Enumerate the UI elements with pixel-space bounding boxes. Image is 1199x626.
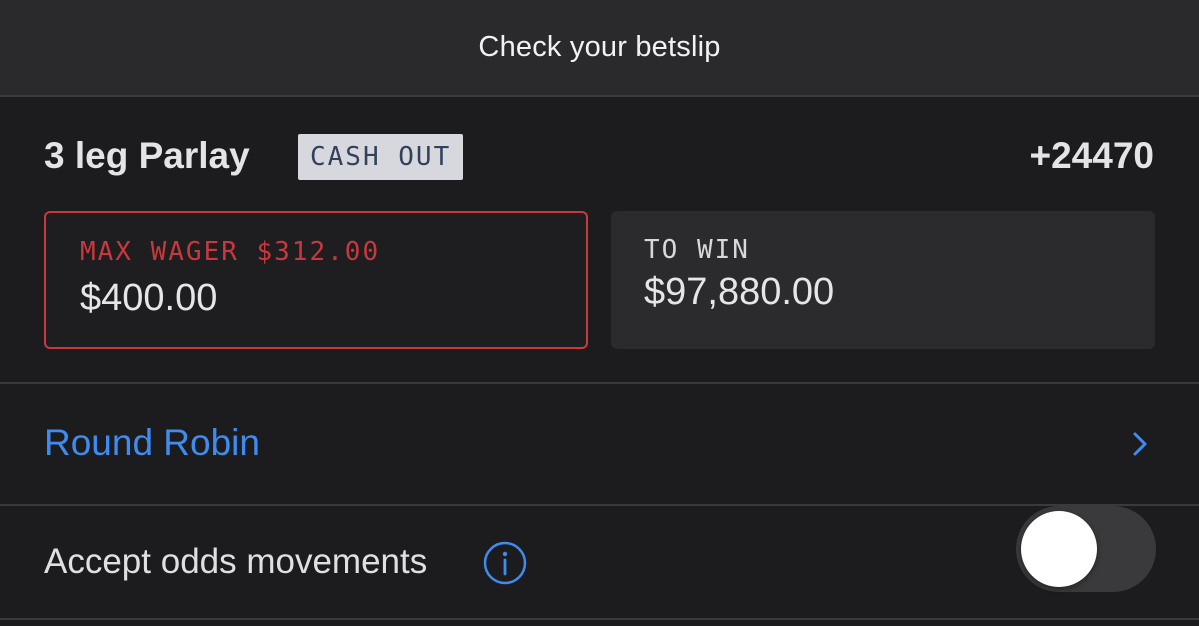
wager-value: $400.00 (80, 277, 218, 319)
page-title: Check your betslip (478, 31, 721, 63)
accept-odds-label: Accept odds movements (44, 542, 428, 581)
to-win-label: TO WIN (644, 235, 750, 265)
toggle-knob (1021, 511, 1097, 587)
round-robin-row[interactable]: Round Robin (0, 384, 1199, 506)
accept-odds-toggle[interactable] (1016, 506, 1156, 592)
info-icon[interactable] (483, 541, 527, 585)
bet-title: 3 leg Parlay (44, 135, 250, 176)
bet-card: 3 leg Parlay CASH OUT +24470 MAX WAGER $… (0, 97, 1199, 384)
bet-odds: +24470 (1029, 135, 1155, 176)
max-wager-label: MAX WAGER $312.00 (80, 237, 381, 267)
chevron-right-icon (1129, 430, 1151, 458)
accept-odds-row: Accept odds movements (0, 506, 1199, 620)
header-bar: Check your betslip (0, 0, 1199, 97)
to-win-value: $97,880.00 (644, 271, 835, 313)
cash-out-badge: CASH OUT (298, 134, 464, 180)
round-robin-label: Round Robin (44, 422, 260, 463)
wager-input[interactable]: MAX WAGER $312.00 $400.00 (44, 211, 588, 349)
to-win-box: TO WIN $97,880.00 (611, 211, 1155, 349)
